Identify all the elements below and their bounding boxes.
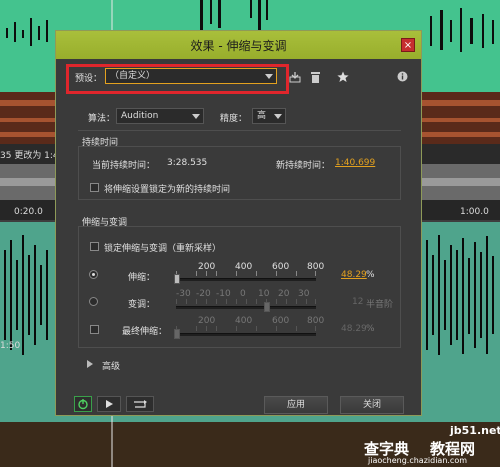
info-icon[interactable] [397, 71, 408, 82]
divider [78, 130, 401, 131]
expand-triangle-icon[interactable] [87, 360, 93, 368]
favorite-star-icon[interactable] [337, 71, 349, 83]
tick-label: -10 [216, 289, 231, 299]
tick-label: 600 [272, 316, 290, 326]
tick-label: 400 [235, 316, 253, 326]
dialog-titlebar[interactable]: 效果 - 伸缩与变调 × [56, 31, 421, 59]
dialog-title: 效果 - 伸缩与变调 [190, 39, 287, 53]
tick-label: 20 [278, 289, 290, 299]
pitch-ticks: -30 -20 -10 0 10 20 30 [176, 289, 316, 299]
close-icon[interactable]: × [401, 38, 415, 52]
stretch-ticks: 200 400 600 800 [176, 262, 324, 272]
pitch-unit: 半音阶 [366, 300, 394, 310]
final-tick-marks [176, 326, 316, 332]
timeline-label-left: 0:20.0 [14, 207, 43, 217]
import-icon[interactable] [289, 71, 301, 83]
apply-button[interactable]: 应用 [264, 396, 328, 414]
current-duration-value: 3:28.535 [167, 158, 208, 168]
timeline-label-right: 1:00.0 [460, 207, 489, 217]
final-ticks: 200 400 600 800 [176, 316, 324, 326]
background-time-text: 1:50 [0, 341, 21, 351]
new-duration-label: 新持续时间： [276, 161, 331, 171]
advanced-label[interactable]: 高级 [102, 359, 120, 372]
pitch-radio[interactable] [89, 297, 98, 306]
highlight-box [66, 64, 289, 94]
pitch-tick-marks [176, 299, 316, 305]
stretch-slider-track[interactable] [176, 278, 316, 281]
loop-button[interactable] [126, 396, 154, 412]
pitch-label: 变调： [128, 300, 156, 310]
power-icon [78, 399, 88, 410]
precision-value: 高 [257, 111, 267, 121]
stretch-value[interactable]: 48.29 [341, 270, 367, 280]
final-stretch-track [176, 333, 316, 336]
tick-label: 800 [307, 316, 325, 326]
new-duration-value[interactable]: 1:40.699 [335, 158, 375, 168]
power-button[interactable] [74, 396, 92, 412]
pitch-slider-thumb[interactable] [264, 302, 270, 312]
precision-label: 精度： [220, 114, 248, 124]
algorithm-label: 算法： [88, 114, 116, 124]
tick-label: -20 [196, 289, 211, 299]
delete-icon[interactable] [310, 71, 321, 83]
tick-label: 30 [298, 289, 310, 299]
final-stretch-label: 最终伸缩： [122, 327, 168, 337]
final-stretch-checkbox[interactable] [90, 325, 99, 334]
watermark-site: jb51.net [450, 424, 500, 437]
play-icon [106, 400, 113, 408]
stretch-tick-marks [176, 271, 316, 277]
lock-stretch-pitch-label: 锁定伸缩与变调（重新采样） [104, 244, 222, 254]
final-stretch-unit: % [366, 324, 375, 334]
lock-stretch-pitch-checkbox[interactable] [90, 242, 99, 251]
lock-duration-checkbox[interactable] [90, 183, 99, 192]
stretch-slider-thumb[interactable] [174, 274, 180, 284]
close-button[interactable]: 关闭 [340, 396, 404, 414]
play-button[interactable] [97, 396, 121, 412]
pitch-slider-track[interactable] [176, 306, 316, 309]
final-stretch-thumb [174, 329, 180, 339]
tick-label: 0 [240, 289, 246, 299]
algorithm-dropdown[interactable]: Audition [116, 108, 204, 124]
stretch-label: 伸缩： [128, 273, 156, 283]
current-duration-label: 当前持续时间： [92, 161, 156, 171]
pitch-value: 12 [352, 297, 364, 307]
precision-dropdown[interactable]: 高 [252, 108, 286, 124]
algorithm-value: Audition [121, 111, 159, 121]
chevron-down-icon [274, 114, 282, 119]
tick-label: 200 [198, 316, 216, 326]
chevron-down-icon [192, 114, 200, 119]
watermark-url: jiaocheng.chazidian.com [368, 456, 468, 465]
tick-label: 10 [258, 289, 270, 299]
final-stretch-value: 48.29 [341, 324, 367, 334]
stretch-radio[interactable] [89, 270, 98, 279]
tick-label: -30 [176, 289, 191, 299]
loop-icon [134, 400, 147, 408]
lock-duration-label: 将伸缩设置锁定为新的持续时间 [104, 185, 231, 195]
stretch-unit: % [366, 270, 375, 280]
